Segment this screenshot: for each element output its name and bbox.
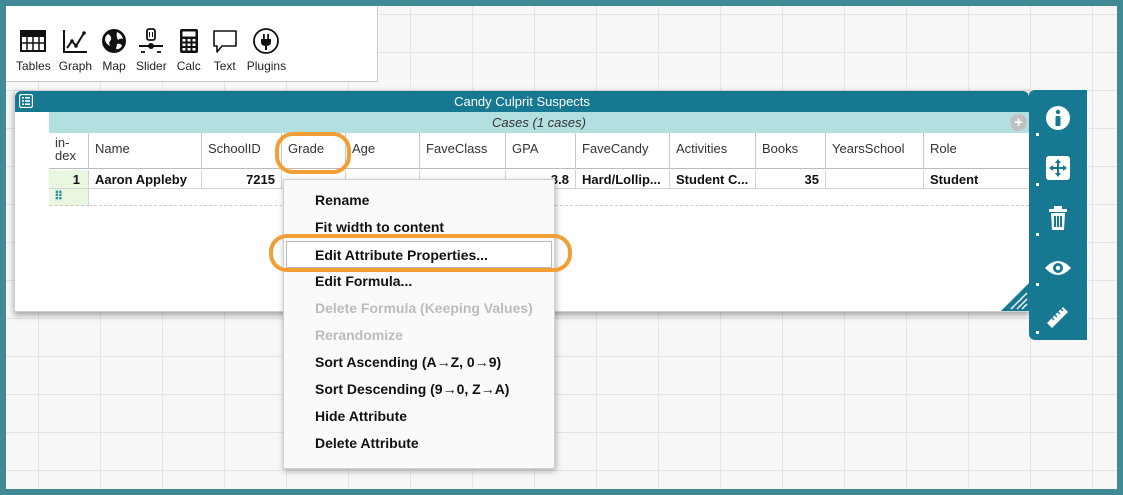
- column-header-grade[interactable]: Grade: [282, 133, 346, 169]
- graph-icon: [63, 30, 88, 53]
- graph-label: Graph: [58, 59, 93, 73]
- scale-button-indicator: [1036, 183, 1039, 186]
- slider-icon: [139, 28, 164, 53]
- cell-role[interactable]: Student: [924, 170, 1029, 189]
- column-header-activities[interactable]: Activities: [670, 133, 756, 169]
- text-icon: [212, 30, 237, 53]
- plugins-icon: [253, 28, 280, 54]
- menu-item-delete-attribute[interactable]: Delete Attribute: [284, 430, 554, 457]
- tables-button[interactable]: Tables: [12, 6, 55, 81]
- column-header-books[interactable]: Books: [756, 133, 826, 169]
- table-list-icon[interactable]: [19, 94, 33, 108]
- ruler-button-indicator: [1036, 331, 1039, 334]
- menu-item-rerandomize: Rerandomize: [315, 327, 403, 343]
- calc-button[interactable]: Calc: [171, 6, 207, 81]
- menu-item-fit-width[interactable]: Fit width to content: [284, 214, 554, 241]
- plugins-label: Plugins: [246, 59, 287, 73]
- info-button-indicator: [1036, 133, 1039, 136]
- info-icon: [1046, 106, 1070, 130]
- delete-button[interactable]: [1029, 194, 1087, 242]
- menu-item-sort-ascending[interactable]: Sort Ascending (A→Z, 0→9): [284, 349, 554, 376]
- visibility-button[interactable]: [1029, 244, 1087, 292]
- column-header-name[interactable]: Name: [89, 133, 202, 169]
- scale-icon: [1046, 156, 1070, 180]
- cases-count-label: Cases (1 cases): [492, 115, 586, 130]
- app-frame: Tables Graph Map Slider Calc Text Plugin…: [6, 6, 1117, 489]
- slider-label: Slider: [136, 59, 167, 73]
- column-header-schoolid[interactable]: SchoolID: [202, 133, 282, 169]
- new-row-drag-icon[interactable]: ⠿: [49, 189, 89, 206]
- ruler-icon: [1047, 307, 1068, 328]
- toolbar: Tables Graph Map Slider Calc Text Plugin…: [6, 6, 378, 82]
- column-header-favecandy[interactable]: FaveCandy: [576, 133, 670, 169]
- cell-books[interactable]: 35: [756, 170, 826, 189]
- cell-schoolid[interactable]: 7215: [202, 170, 282, 189]
- column-header-yearsschool[interactable]: YearsSchool: [826, 133, 924, 169]
- cell-activities[interactable]: Student C...: [670, 170, 756, 189]
- menu-item-rename[interactable]: Rename: [284, 187, 554, 214]
- inspector-panel: [1029, 90, 1087, 340]
- column-header-gpa[interactable]: GPA: [506, 133, 576, 169]
- case-table-title: Candy Culprit Suspects: [454, 94, 590, 109]
- menu-item-hide-attribute[interactable]: Hide Attribute: [284, 403, 554, 430]
- text-button[interactable]: Text: [207, 6, 243, 81]
- menu-item-sort-descending[interactable]: Sort Descending (9→0, Z→A): [284, 376, 554, 403]
- cell-favecandy[interactable]: Hard/Lollip...: [576, 170, 670, 189]
- info-button[interactable]: [1029, 94, 1087, 142]
- column-header-role[interactable]: Role: [924, 133, 1029, 169]
- tables-icon: [20, 30, 47, 52]
- cases-header: Cases (1 cases) +: [49, 112, 1029, 133]
- map-button[interactable]: Map: [96, 6, 132, 81]
- column-header-index[interactable]: in- dex: [49, 133, 89, 169]
- cell-yearsschool[interactable]: [826, 170, 924, 189]
- graph-button[interactable]: Graph: [55, 6, 96, 81]
- column-header-faveclass[interactable]: FaveClass: [420, 133, 506, 169]
- delete-button-indicator: [1036, 233, 1039, 236]
- column-header-age[interactable]: Age: [346, 133, 420, 169]
- text-label: Text: [213, 59, 236, 73]
- add-attribute-button[interactable]: +: [1010, 114, 1027, 131]
- case-table-titlebar[interactable]: Candy Culprit Suspects: [15, 91, 1029, 112]
- resize-handle-icon[interactable]: [1001, 283, 1029, 311]
- map-label: Map: [102, 59, 126, 73]
- attribute-context-menu: Rename Fit width to content Edit Attribu…: [283, 179, 555, 469]
- new-case-row[interactable]: [89, 189, 1029, 206]
- menu-item-delete-formula: Delete Formula (Keeping Values): [315, 300, 533, 316]
- menu-item-edit-formula[interactable]: Edit Formula...: [284, 268, 554, 295]
- trash-icon: [1049, 206, 1067, 230]
- row-index-cell[interactable]: 1: [49, 170, 89, 189]
- visibility-button-indicator: [1036, 283, 1039, 286]
- tables-label: Tables: [16, 59, 51, 73]
- ruler-button[interactable]: [1029, 292, 1087, 340]
- slider-button[interactable]: Slider: [132, 6, 171, 81]
- scale-button[interactable]: [1029, 144, 1087, 192]
- calc-icon: [179, 29, 198, 53]
- plugins-button[interactable]: Plugins: [243, 6, 290, 81]
- menu-item-edit-attribute-properties[interactable]: Edit Attribute Properties...: [286, 241, 552, 268]
- map-icon: [102, 29, 127, 53]
- cell-name[interactable]: Aaron Appleby: [89, 170, 202, 189]
- calc-label: Calc: [176, 59, 201, 73]
- eye-icon: [1045, 261, 1071, 275]
